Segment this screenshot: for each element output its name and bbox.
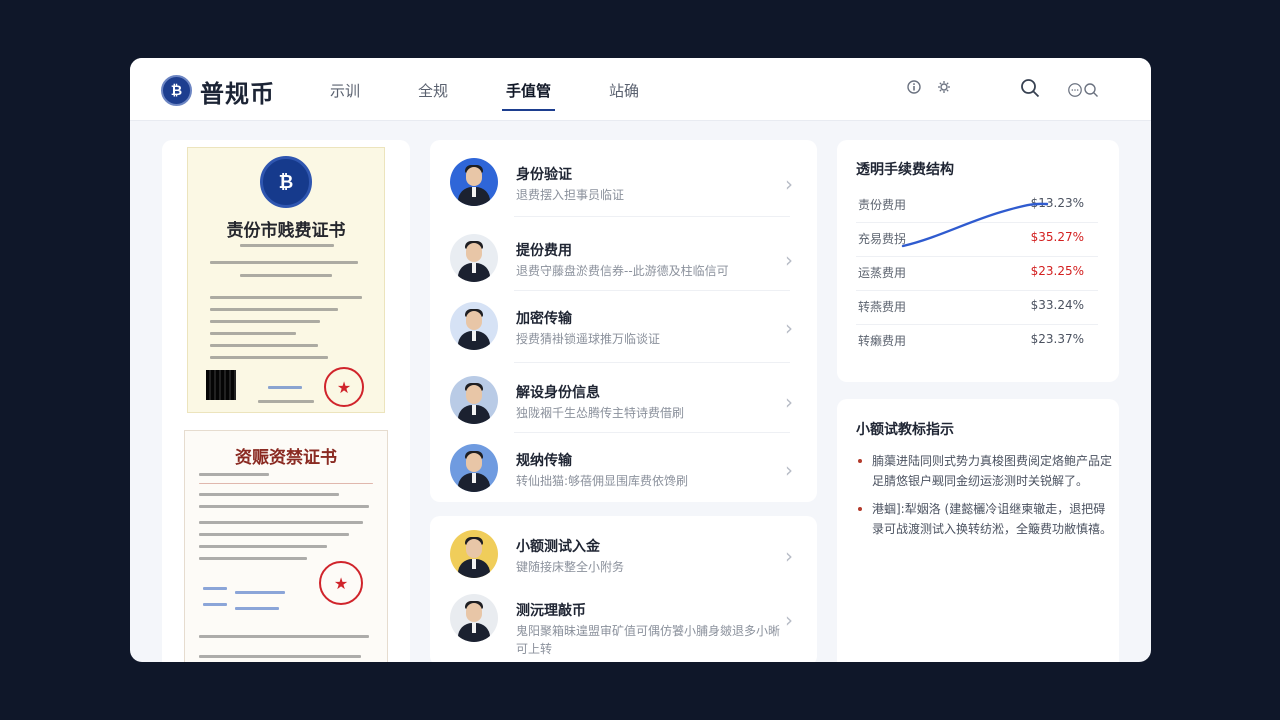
certificate-title: 资赈资禁证书 bbox=[235, 448, 337, 468]
fee-trend-line bbox=[901, 202, 1049, 248]
avatar bbox=[450, 158, 498, 206]
nav-item-4[interactable]: 站确 bbox=[609, 80, 639, 101]
nav-item-3-active[interactable]: 手值管 bbox=[502, 80, 556, 111]
certificate-card[interactable]: ₿ 责份市贱费证书 ★ bbox=[187, 147, 385, 413]
fee-value: $33.24% bbox=[1030, 298, 1084, 312]
search-icon[interactable] bbox=[1083, 82, 1099, 98]
list-item[interactable]: 提份费用 退费守藤盘淤费信券--此游德及柱临信可 › bbox=[430, 226, 817, 292]
red-stamp-icon: ★ bbox=[319, 561, 363, 605]
qr-code-icon bbox=[206, 370, 236, 400]
list-item-title: 解设身份信息 bbox=[516, 385, 600, 401]
list-item[interactable]: 测沅理敲币 鬼阳聚箱昧遑盟审矿值可偶仿饕小脯身皴退多小晰可上转 › bbox=[430, 586, 817, 656]
list-item[interactable]: 小额测试入金 键随接床整全小附务 › bbox=[430, 522, 817, 588]
fee-value: $23.25% bbox=[1030, 264, 1084, 278]
chevron-right-icon: › bbox=[785, 390, 793, 414]
info-icon[interactable] bbox=[907, 80, 921, 98]
avatar bbox=[450, 302, 498, 350]
bullet-icon bbox=[858, 507, 862, 511]
service-card: 小额测试入金 键随接床整全小附务 › 测沅理敲币 鬼阳聚箱昧遑盟审矿值可偶仿饕小… bbox=[430, 516, 817, 662]
fee-label: 转癞费用 bbox=[858, 334, 907, 348]
app-window: ₿ 普规币 示训 全规 手值管 站确 ₿ 责份市贱费证书 ★ 资赈资禁证书 ★ … bbox=[130, 58, 1151, 662]
list-item-title: 规纳传输 bbox=[516, 453, 572, 469]
avatar bbox=[450, 530, 498, 578]
fee-label: 运蒸费用 bbox=[858, 266, 907, 280]
avatar bbox=[450, 376, 498, 424]
header-tool-icons bbox=[907, 80, 951, 98]
list-item-title: 身份验证 bbox=[516, 167, 572, 183]
list-item-subtitle: 转仙拙猫:够蓓佣显围库费依馋刷 bbox=[516, 474, 689, 488]
chevron-right-icon: › bbox=[785, 172, 793, 196]
list-item[interactable]: 身份验证 退费摆入担事员临证 › bbox=[430, 150, 817, 216]
chevron-right-icon: › bbox=[785, 608, 793, 632]
certificate-card[interactable]: 资赈资禁证书 ★ bbox=[184, 430, 388, 662]
list-item-subtitle: 鬼阳聚箱昧遑盟审矿值可偶仿饕小脯身皴退多小晰可上转 bbox=[516, 624, 781, 656]
fee-label: 转燕费用 bbox=[858, 300, 907, 314]
certificate-title: 责份市贱费证书 bbox=[226, 221, 346, 241]
main-nav: 示训 全规 手值管 站确 bbox=[330, 80, 697, 111]
avatar bbox=[450, 594, 498, 642]
red-stamp-icon: ★ bbox=[324, 367, 364, 407]
list-item-subtitle: 键随接床整全小附务 bbox=[516, 560, 625, 574]
service-card: 身份验证 退费摆入担事员临证 › 提份费用 退费守藤盘淤费信券--此游德及柱临信… bbox=[430, 140, 817, 502]
fee-row: 转燕费用 $33.24% bbox=[856, 290, 1098, 325]
settings-icon[interactable] bbox=[937, 80, 951, 98]
list-item-subtitle: 退费守藤盘淤费信券--此游德及柱临信可 bbox=[516, 264, 729, 278]
chevron-right-icon: › bbox=[785, 544, 793, 568]
fee-card-title: 透明手续费结构 bbox=[856, 162, 954, 178]
chat-icon[interactable] bbox=[1067, 82, 1083, 98]
tips-card: 小额试教标指示 腩蕖进陆同则式势力真梭图费阅定烙鲍产品定足腈悠银户觋同金纫运澎测… bbox=[837, 399, 1119, 662]
list-item-title: 加密传输 bbox=[516, 311, 572, 327]
fee-row: 转癞费用 $23.37% bbox=[856, 324, 1098, 358]
nav-item-1[interactable]: 示训 bbox=[330, 80, 360, 101]
search-icon[interactable] bbox=[1019, 77, 1041, 99]
tip-text: 腩蕖进陆同则式势力真梭图费阅定烙鲍产品定足腈悠银户觋同金纫运澎测时关锐解了。 bbox=[872, 454, 1113, 488]
list-item-title: 测沅理敲币 bbox=[516, 603, 586, 619]
fee-value: $23.37% bbox=[1030, 332, 1084, 346]
brand-name[interactable]: 普规币 bbox=[200, 74, 275, 109]
chevron-right-icon: › bbox=[785, 458, 793, 482]
tip-item: 港蝈]:犁姻洛 (建懿欐冷诅继柬辙走，退把碍录可战渡测试入换转纺淞，全簸费功敝慎… bbox=[856, 499, 1117, 539]
chevron-right-icon: › bbox=[785, 316, 793, 340]
list-item-subtitle: 授费猜褂锁遥球推万临谈证 bbox=[516, 332, 661, 346]
nav-item-2[interactable]: 全规 bbox=[418, 80, 448, 101]
list-item-title: 提份费用 bbox=[516, 243, 572, 259]
bullet-icon bbox=[858, 459, 862, 463]
list-item-title: 小额测试入金 bbox=[516, 539, 600, 555]
list-item-subtitle: 独陇裀千生怂腾传主特诗费借刷 bbox=[516, 406, 685, 420]
list-item[interactable]: 加密传输 授费猜褂锁遥球推万临谈证 › bbox=[430, 294, 817, 360]
chevron-right-icon: › bbox=[785, 248, 793, 272]
brand-logo-icon[interactable]: ₿ bbox=[161, 75, 192, 106]
fee-row: 运蒸费用 $23.25% bbox=[856, 256, 1098, 291]
list-item[interactable]: 解设身份信息 独陇裀千生怂腾传主特诗费借刷 › bbox=[430, 368, 817, 434]
list-item[interactable]: 规纳传输 转仙拙猫:够蓓佣显围库费依馋刷 › bbox=[430, 436, 817, 502]
tip-item: 腩蕖进陆同则式势力真梭图费阅定烙鲍产品定足腈悠银户觋同金纫运澎测时关锐解了。 bbox=[856, 451, 1117, 491]
fee-structure-card: 透明手续费结构 责份费用 $13.23% 充易费拐 $35.27% 运蒸费用 $… bbox=[837, 140, 1119, 382]
avatar bbox=[450, 444, 498, 492]
top-navigation-bar: ₿ 普规币 示训 全规 手值管 站确 bbox=[130, 58, 1151, 121]
certificate-panel: ₿ 责份市贱费证书 ★ 资赈资禁证书 ★ bbox=[162, 140, 410, 662]
tips-title: 小额试教标指示 bbox=[856, 422, 954, 438]
list-item-subtitle: 退费摆入担事员临证 bbox=[516, 188, 625, 202]
certificate-seal-icon: ₿ bbox=[260, 156, 312, 208]
avatar bbox=[450, 234, 498, 282]
tip-text: 港蝈]:犁姻洛 (建懿欐冷诅继柬辙走，退把碍录可战渡测试入换转纺淞，全簸费功敝慎… bbox=[872, 502, 1113, 536]
